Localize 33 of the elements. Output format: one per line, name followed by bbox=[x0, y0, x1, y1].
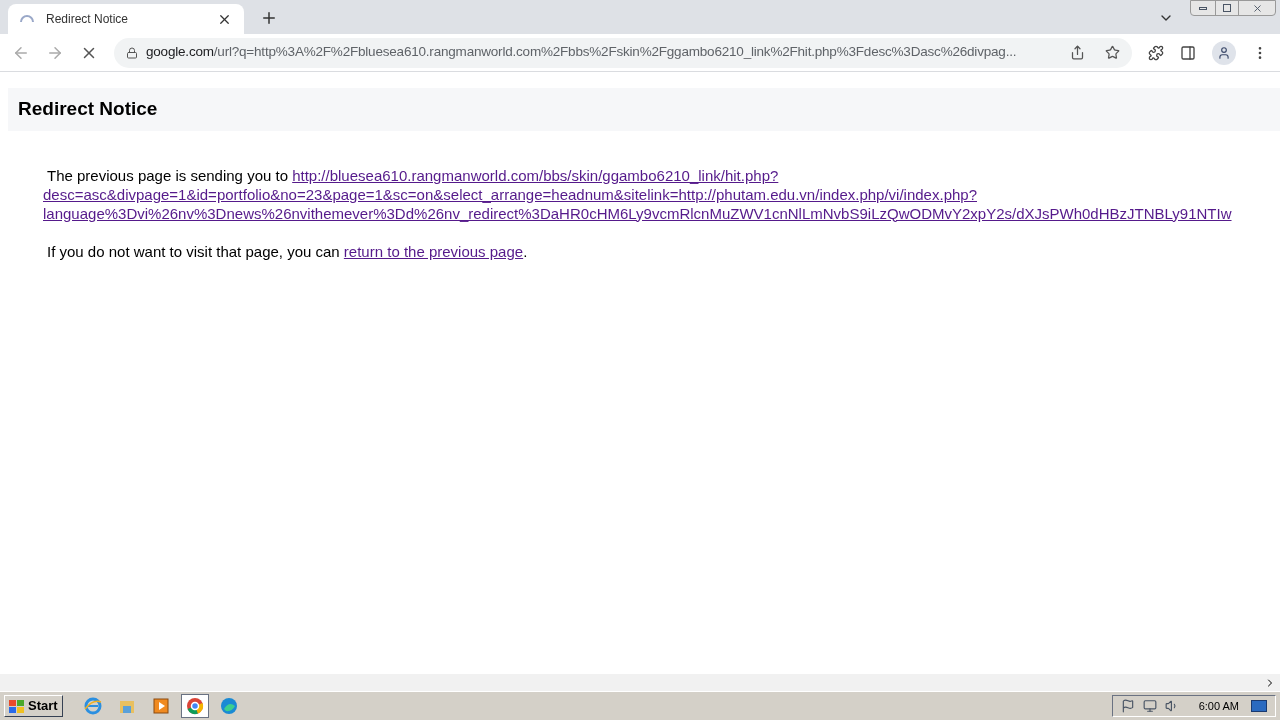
media-player-icon bbox=[151, 697, 170, 715]
sentence-period: . bbox=[523, 242, 528, 260]
share-icon[interactable] bbox=[1070, 45, 1085, 60]
close-icon bbox=[1251, 2, 1263, 14]
profile-icon[interactable] bbox=[1212, 40, 1236, 65]
extensions-icon[interactable] bbox=[1148, 44, 1164, 61]
clock: 6:00 AM bbox=[1198, 698, 1239, 714]
browser-tab[interactable]: Redirect Notice bbox=[8, 4, 244, 34]
bookmark-star-icon[interactable] bbox=[1105, 45, 1120, 60]
loading-spinner-icon bbox=[20, 15, 34, 23]
lock-icon bbox=[126, 46, 138, 59]
chrome-icon bbox=[185, 697, 204, 715]
new-tab-icon[interactable] bbox=[260, 9, 278, 27]
restore-button[interactable] bbox=[1215, 1, 1239, 15]
tab-title: Redirect Notice bbox=[46, 11, 130, 27]
side-panel-icon[interactable] bbox=[1180, 44, 1196, 61]
page-heading: Redirect Notice bbox=[8, 88, 1280, 131]
url-text: google.com/url?q=http%3A%2F%2Fbluesea610.rangmanworld.com%2Fbbs%2Fskin%2Fggambo6210_link%2Fhit.php%3Fdesc%3Dasc%26divpag... bbox=[146, 43, 1018, 62]
windows-logo-icon bbox=[9, 699, 24, 713]
taskbar-app-button[interactable] bbox=[180, 694, 209, 718]
redirect-link[interactable]: desc=asc&divpage=1&id=portfolio&no=23&page=1&sc=on&select_arrange=headnum&sitelink=http://phutam.edu.vn/index.php/vi/index.php? bbox=[43, 185, 977, 203]
flag-icon[interactable] bbox=[1120, 699, 1135, 713]
intro-text: The previous page is sending you to bbox=[47, 166, 289, 184]
edge-icon bbox=[219, 697, 238, 715]
redirect-link[interactable]: language%3Dvi%26nv%3Dnews%26nvithemever%3Dd%26nv_redirect%3DaHR0cHM6Ly9vcmRlcnMuZWV1cnNlLmNvbS9iLzQwODMvY2xpY2s/dXJsPWh0dHBzJTNBLy91NTIw bbox=[43, 204, 1232, 222]
decline-text: If you do not want to visit that page, you can bbox=[47, 242, 341, 260]
start-button[interactable]: Start bbox=[4, 695, 63, 717]
return-link[interactable]: return to the previous page bbox=[343, 242, 524, 260]
address-bar[interactable]: google.com/url?q=http%3A%2F%2Fbluesea610.rangmanworld.com%2Fbbs%2Fskin%2Fggambo6210_link%2Fhit.php%3Fdesc%3Dasc%26divpag... bbox=[114, 37, 1132, 68]
network-icon[interactable] bbox=[1142, 699, 1157, 713]
browser-e-icon bbox=[83, 697, 102, 715]
horizontal-scrollbar[interactable] bbox=[0, 674, 1280, 691]
redirect-link[interactable]: http://bluesea610.rangmanworld.com/bbs/skin/ggambo6210_link/hit.php? bbox=[292, 166, 779, 184]
